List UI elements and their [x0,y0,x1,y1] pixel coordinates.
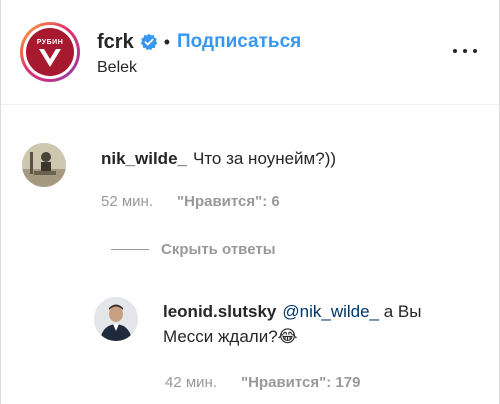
hide-replies-line [111,249,149,250]
commenter-avatar[interactable] [22,143,66,187]
reply-meta: 42 мин. "Нравится": 179 [165,374,360,391]
comment-time[interactable]: 52 мин. [101,193,153,210]
rubin-logo: РУБИН [26,28,74,76]
more-options-icon[interactable] [453,44,477,58]
hide-replies-button[interactable]: Скрыть ответы [111,241,276,258]
reply-mention[interactable]: @nik_wilde_ [282,302,379,321]
comment-username[interactable]: nik_wilde_ [101,149,187,168]
reply-username[interactable]: leonid.slutsky [163,302,276,321]
laughing-emoji-icon: 😂 [277,327,298,346]
comment-body: Что за ноунейм?)) [192,149,337,168]
reply-avatar[interactable] [94,297,138,341]
post-location[interactable]: Belek [97,59,137,77]
reply-text: leonid.slutsky @nik_wilde_ а Вы Месси ждал… [163,299,463,349]
profile-username[interactable]: fcrk [97,31,134,54]
profile-avatar[interactable]: РУБИН [20,22,80,82]
reply-time[interactable]: 42 мин. [165,374,217,391]
avatar-photo [22,143,66,187]
post-header: РУБИН fcrk • Подписаться Belek [1,0,499,105]
rubin-emblem-icon [39,49,61,67]
header-title-row: fcrk • Подписаться [97,30,301,54]
separator-dot: • [163,31,171,52]
avatar-photo [94,297,138,341]
reply-body-line1: а Вы [379,302,422,321]
instagram-post-comments: РУБИН fcrk • Подписаться Belek nik_wilde… [0,0,500,404]
comment-meta: 52 мин. "Нравится": 6 [101,193,280,210]
hide-replies-label: Скрыть ответы [161,241,276,258]
comment-likes[interactable]: "Нравится": 6 [177,193,280,210]
reply-body-line2: Месси ждали? [163,327,278,346]
comment-text: nik_wilde_ Что за ноунейм?)) [101,146,336,171]
follow-button[interactable]: Подписаться [177,31,301,53]
reply-likes[interactable]: "Нравится": 179 [241,374,360,391]
logo-text: РУБИН [36,39,64,46]
verified-badge-icon [140,33,157,51]
